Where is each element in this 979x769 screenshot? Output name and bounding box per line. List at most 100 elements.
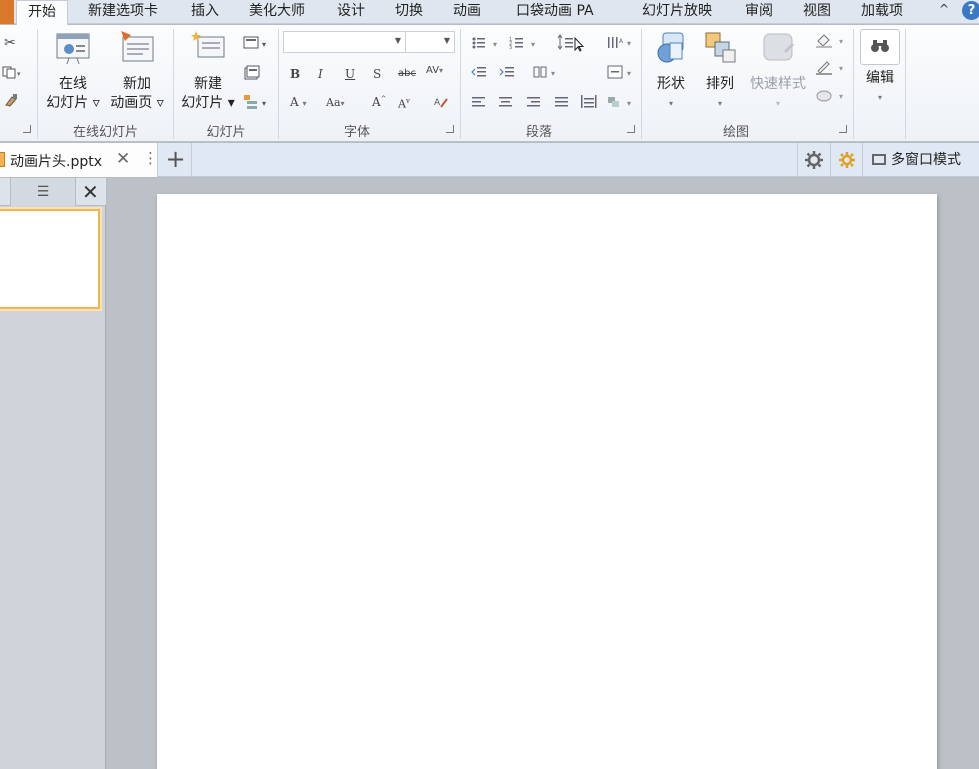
reset-slide-icon[interactable]: [243, 65, 261, 84]
tab-pocket-animation[interactable]: 口袋动画 PA: [516, 0, 594, 24]
add-animation-page-icon: [106, 29, 168, 71]
add-animation-page-label-1: 新加: [123, 76, 151, 92]
tab-insert[interactable]: 插入: [191, 0, 219, 24]
multi-window-icon: [872, 154, 886, 165]
copy-icon[interactable]: ▾: [2, 65, 22, 82]
find-binoculars-icon: [860, 29, 900, 65]
shapes-button[interactable]: 形状 ▾: [649, 29, 693, 113]
font-launcher-icon[interactable]: [446, 125, 454, 133]
numbering-icon[interactable]: 1 2 3 ▾: [509, 36, 541, 53]
collapse-ribbon-icon[interactable]: ^: [939, 2, 949, 16]
slide-thumbnail-pane: ☰ ✕: [0, 178, 106, 769]
text-direction-icon[interactable]: A ▾: [607, 35, 635, 54]
strikethrough-icon[interactable]: abc: [398, 68, 416, 79]
tab-slideshow[interactable]: 幻灯片放映: [642, 0, 712, 24]
tab-more-icon[interactable]: ⋮: [143, 149, 158, 167]
svg-text:▾: ▾: [627, 99, 631, 108]
tab-beautify[interactable]: 美化大师: [249, 0, 305, 24]
tab-home[interactable]: 开始: [16, 0, 68, 25]
add-animation-page-button[interactable]: 新加 动画页 ▿: [106, 29, 168, 113]
svg-text:A: A: [434, 98, 441, 108]
arrange-button[interactable]: 排列 ▾: [698, 29, 742, 113]
font-size-combo[interactable]: ▼: [405, 31, 455, 53]
font-name-combo[interactable]: ▼: [283, 31, 406, 53]
bold-icon[interactable]: B: [290, 67, 300, 81]
svg-text:▾: ▾: [551, 69, 555, 78]
svg-text:▾: ▾: [839, 64, 843, 73]
shape-effects-icon[interactable]: ▾: [815, 87, 849, 106]
align-left-icon[interactable]: [472, 96, 486, 111]
char-spacing-icon[interactable]: AV▾: [426, 65, 443, 76]
document-tab[interactable]: 动画片头.pptx ✕ ⋮: [0, 143, 158, 177]
tab-new-tab[interactable]: 新建选项卡: [88, 0, 158, 24]
svg-text:▾: ▾: [493, 40, 497, 49]
slide-edit-area: [107, 178, 979, 769]
align-text-icon[interactable]: ▾: [607, 65, 635, 82]
shape-fill-icon[interactable]: ▾: [815, 33, 849, 52]
online-slides-icon: [42, 29, 104, 71]
change-case-icon[interactable]: Aa▾: [326, 96, 345, 109]
layout-icon[interactable]: ▾: [243, 36, 271, 53]
columns-icon[interactable]: ▾: [533, 66, 561, 81]
distributed-icon[interactable]: [581, 95, 597, 112]
shapes-label: 形状: [657, 76, 685, 92]
tab-view[interactable]: 视图: [803, 0, 831, 24]
shadow-text-icon[interactable]: S: [373, 67, 381, 81]
shapes-icon: [649, 29, 693, 71]
online-slides-label-2: 幻灯片 ▿: [46, 95, 100, 111]
quick-styles-button[interactable]: 快速样式 ▾: [745, 29, 811, 113]
svg-text:▾: ▾: [839, 37, 843, 46]
justify-icon[interactable]: [555, 96, 569, 111]
tab-animations[interactable]: 动画: [453, 0, 481, 24]
bullets-icon[interactable]: ▾: [471, 36, 503, 53]
tab-review[interactable]: 审阅: [745, 0, 773, 24]
close-pane-icon[interactable]: ✕: [82, 180, 99, 204]
line-spacing-icon[interactable]: [557, 34, 589, 55]
close-tab-icon[interactable]: ✕: [116, 149, 130, 169]
editing-button[interactable]: 编辑 ▾: [858, 29, 902, 107]
svg-text:▾: ▾: [262, 99, 266, 108]
clipboard-launcher-icon[interactable]: [23, 125, 31, 133]
cut-icon[interactable]: ✂: [4, 35, 16, 51]
smartart-icon[interactable]: ▾: [607, 94, 635, 113]
slide-canvas[interactable]: [157, 194, 937, 769]
help-icon[interactable]: ?: [962, 1, 979, 20]
svg-text:▾: ▾: [531, 40, 535, 49]
grow-font-icon[interactable]: A^: [372, 95, 387, 109]
plugin-gear-icon[interactable]: [830, 143, 862, 177]
italic-icon[interactable]: I: [318, 67, 323, 81]
online-slides-label-1: 在线: [59, 76, 87, 92]
svg-text:▾: ▾: [627, 39, 631, 48]
paragraph-launcher-icon[interactable]: [627, 125, 635, 133]
clear-format-icon[interactable]: A: [433, 95, 449, 112]
online-slides-group-label: 在线幻灯片: [72, 125, 138, 140]
new-slide-button[interactable]: 新建 幻灯片 ▾: [177, 29, 239, 113]
underline-icon[interactable]: U: [345, 67, 355, 81]
drawing-launcher-icon[interactable]: [839, 125, 847, 133]
outline-tab-icon[interactable]: ☰: [10, 178, 76, 206]
shrink-font-icon[interactable]: Av: [398, 97, 410, 111]
align-center-icon[interactable]: [499, 96, 513, 111]
shape-outline-icon[interactable]: ▾: [815, 60, 849, 79]
tab-transitions[interactable]: 切换: [395, 0, 423, 24]
add-animation-page-label-2: 动画页 ▿: [110, 95, 164, 111]
format-painter-icon[interactable]: [4, 93, 18, 110]
font-color-icon[interactable]: A ▾: [290, 95, 307, 109]
section-icon[interactable]: ▾: [243, 94, 271, 113]
new-tab-button[interactable]: +: [160, 143, 192, 177]
tab-design[interactable]: 设计: [337, 0, 365, 24]
multi-window-button[interactable]: 多窗口模式: [862, 143, 979, 177]
slides-group-label: 幻灯片: [206, 125, 246, 140]
paragraph-group-label: 段落: [525, 125, 552, 140]
decrease-indent-icon[interactable]: [471, 66, 487, 81]
document-tab-name: 动画片头.pptx: [10, 154, 102, 170]
align-right-icon[interactable]: [527, 96, 541, 111]
tab-addins[interactable]: 加载项: [861, 0, 903, 24]
new-slide-icon: [177, 29, 239, 71]
tab-file[interactable]: [0, 0, 14, 24]
multi-window-label: 多窗口模式: [891, 152, 961, 168]
settings-gear-icon[interactable]: [797, 143, 829, 177]
online-slides-button[interactable]: 在线 幻灯片 ▿: [42, 29, 104, 113]
slide-thumbnail[interactable]: [0, 209, 100, 309]
increase-indent-icon[interactable]: [499, 66, 515, 81]
